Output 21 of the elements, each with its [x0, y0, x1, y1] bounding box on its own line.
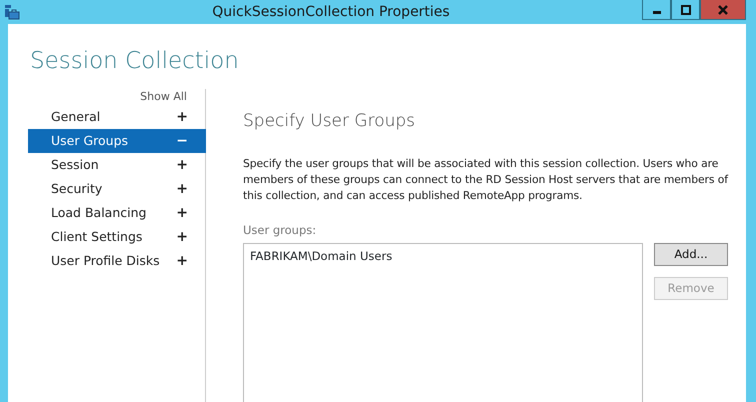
maximize-icon — [680, 4, 690, 14]
sidebar-item[interactable]: Load Balancing + — [28, 201, 206, 225]
description-text: Specify the user groups that will be associated with this session collection. Users who are members of these groups can connect to the RD Session Host servers that are members of this collection, and can access published RemoteApp programs. — [243, 156, 730, 204]
minimize-button[interactable] — [642, 0, 671, 20]
sidebar-item[interactable]: User Groups − — [28, 129, 206, 153]
app-icon — [4, 4, 20, 20]
sidebar-item[interactable]: General + — [28, 105, 206, 129]
dialog-button[interactable]: Add... — [654, 243, 728, 266]
sidebar-item[interactable]: Session + — [28, 153, 206, 177]
field-label: User groups: — [243, 222, 318, 239]
sidebar-item[interactable]: Security + — [28, 177, 206, 201]
close-icon — [718, 4, 728, 14]
close-button[interactable] — [700, 0, 746, 20]
section-title: Specify User Groups — [243, 110, 416, 132]
page-heading: Session Collection — [30, 47, 240, 76]
show-all-link[interactable]: Show All — [140, 90, 187, 102]
sidebar-item[interactable]: User Profile Disks + — [28, 249, 206, 273]
user-groups-list[interactable]: FABRIKAM\Domain Users — [243, 243, 643, 402]
minimize-icon — [652, 10, 660, 14]
sidebar-item[interactable]: Client Settings + — [28, 225, 206, 249]
window-title: QuickSessionCollection Properties — [211, 2, 451, 22]
